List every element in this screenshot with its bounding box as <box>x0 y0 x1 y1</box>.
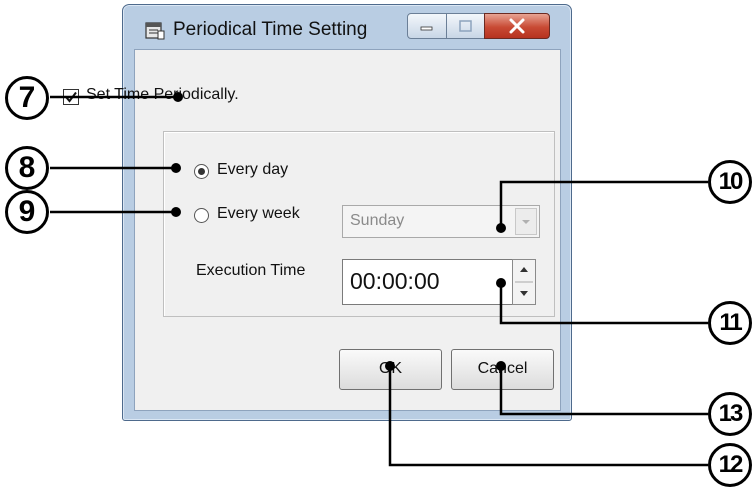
callout-13: 13 <box>708 392 752 436</box>
callout-12: 12 <box>708 443 752 487</box>
callout-9: 9 <box>5 190 49 234</box>
callout-10: 10 <box>708 160 752 204</box>
callout-7: 7 <box>5 76 49 120</box>
callout-11: 11 <box>708 301 752 345</box>
callout-leader-lines <box>50 92 708 467</box>
callout-8: 8 <box>5 146 49 190</box>
